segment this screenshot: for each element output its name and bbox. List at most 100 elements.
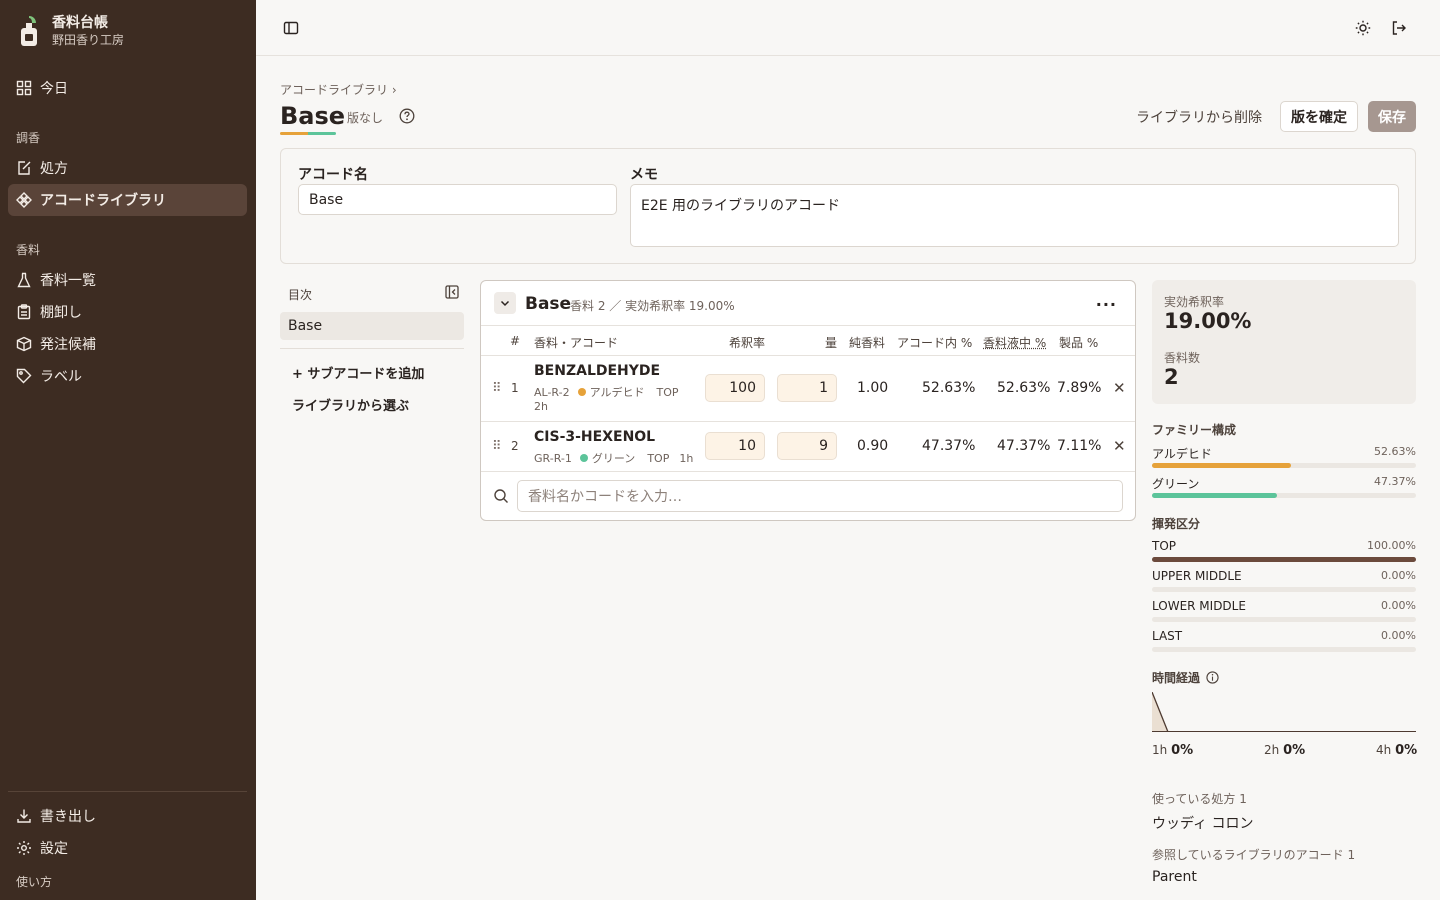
- amount-input[interactable]: 9: [777, 432, 837, 460]
- nav-accord-library[interactable]: アコードライブラリ: [8, 184, 247, 216]
- clipboard-icon: [17, 304, 31, 320]
- accord-panel-title: Base: [525, 294, 572, 314]
- volatility-pct: 0.00%: [1381, 599, 1416, 612]
- referenced-accord-link[interactable]: Parent: [1152, 869, 1197, 885]
- material-count-label: 香料数: [1164, 351, 1201, 365]
- nav-reorder[interactable]: 発注候補: [8, 328, 247, 360]
- volatility-name: UPPER MIDDLE: [1152, 569, 1242, 583]
- pick-from-library-button[interactable]: ライブラリから選ぶ: [292, 395, 409, 414]
- toc-title: 目次: [288, 288, 313, 302]
- row-index: 1: [511, 381, 519, 395]
- nav-howto[interactable]: 使い方: [16, 873, 52, 890]
- sidebar-toggle-button[interactable]: [281, 18, 301, 38]
- col-header-dilution: 希釈率: [729, 336, 766, 350]
- drag-handle-icon[interactable]: ⠿: [492, 439, 501, 454]
- help-icon[interactable]: [399, 108, 415, 124]
- in-accord-value: 47.37%: [922, 438, 976, 454]
- material-meta: GR-R-1 グリーン TOP 1h: [534, 450, 693, 466]
- nav-today[interactable]: 今日: [8, 72, 247, 104]
- family-bar-row: グリーン 47.37%: [1152, 475, 1416, 499]
- memo-textarea[interactable]: E2E 用のライブラリのアコード: [630, 184, 1399, 247]
- accord-name-label: アコード名: [298, 167, 368, 183]
- nav-stocktake[interactable]: 棚卸し: [8, 296, 247, 328]
- col-header-in-accord: アコード内 %: [897, 336, 973, 350]
- top-bar: [256, 0, 1440, 56]
- info-icon[interactable]: [1206, 671, 1219, 684]
- material-code: GR-R-1: [534, 451, 572, 465]
- in-liquid-value: 52.63%: [997, 380, 1051, 396]
- summary-card: 実効希釈率 19.00% 香料数 2: [1152, 280, 1416, 404]
- referenced-accords-label: 参照しているライブラリのアコード 1: [1152, 848, 1356, 862]
- family-pct: 47.37%: [1374, 475, 1416, 488]
- pure-value: 0.90: [857, 438, 889, 454]
- add-sub-accord-button[interactable]: + サブアコードを追加: [292, 363, 424, 382]
- breadcrumb[interactable]: アコードライブラリ ›: [280, 81, 397, 98]
- toc-item-base[interactable]: Base: [280, 312, 464, 340]
- version-label: 版なし: [347, 111, 384, 125]
- nav-export-label: 書き出し: [40, 809, 96, 825]
- volatility-pct: 0.00%: [1381, 569, 1416, 582]
- sidebar-toggle-icon: [283, 21, 299, 35]
- material-count-value: 2: [1164, 365, 1179, 389]
- in-liquid-value: 47.37%: [997, 438, 1051, 454]
- nav-section-blend: 調香: [16, 131, 41, 145]
- nav-accord-library-label: アコードライブラリ: [40, 193, 166, 209]
- bottle-logo-icon: [21, 16, 37, 46]
- grid-icon: [16, 80, 32, 96]
- page-title: Base: [280, 102, 346, 130]
- brand[interactable]: 香料台帳 野田香り工房: [16, 14, 124, 48]
- family-dot-icon: [577, 388, 586, 396]
- gear-icon: [17, 841, 31, 855]
- nav-export[interactable]: 書き出し: [8, 800, 247, 832]
- save-button[interactable]: 保存: [1368, 101, 1416, 132]
- col-header-product: 製品 %: [1059, 336, 1099, 350]
- confirm-version-button[interactable]: 版を確定: [1280, 101, 1358, 132]
- header-actions: ライブラリから削除 版を確定 保存: [1128, 101, 1416, 132]
- accord-name-input[interactable]: Base: [298, 184, 617, 215]
- remove-row-button[interactable]: ✕: [1113, 437, 1126, 455]
- nav-material-list[interactable]: 香料一覧: [8, 264, 247, 296]
- edit-note-icon: [18, 161, 31, 175]
- dilution-input[interactable]: 100: [705, 374, 765, 402]
- timeline-chart: [1152, 692, 1416, 732]
- amount-input[interactable]: 1: [777, 374, 837, 402]
- collapse-accord-button[interactable]: [494, 292, 516, 314]
- used-in-label: 使っている処方 1: [1152, 792, 1247, 806]
- material-search-input[interactable]: 香料名かコードを入力…: [517, 480, 1123, 512]
- more-options-button[interactable]: ···: [1096, 295, 1117, 314]
- theme-toggle-button[interactable]: [1353, 18, 1373, 38]
- material-time: 2h: [534, 400, 548, 413]
- nav-prescription[interactable]: 処方: [8, 152, 247, 184]
- timeline-tick-1h: 1h 0%: [1152, 743, 1194, 758]
- row-separator: [481, 471, 1135, 472]
- remove-row-button[interactable]: ✕: [1113, 379, 1126, 397]
- sidebar-divider: [8, 791, 247, 792]
- download-icon: [17, 809, 31, 823]
- used-in-link[interactable]: ウッディ コロン: [1152, 813, 1253, 833]
- in-accord-value: 52.63%: [922, 380, 976, 396]
- search-icon: [494, 489, 508, 503]
- row-separator: [481, 355, 1135, 356]
- remove-from-library-button[interactable]: ライブラリから削除: [1128, 107, 1270, 127]
- workspace-name: 野田香り工房: [52, 33, 125, 47]
- nav-settings[interactable]: 設定: [8, 832, 247, 864]
- volatility-bar-row: LAST 0.00%: [1152, 629, 1416, 653]
- col-header-in-liquid[interactable]: 香料液中 %: [983, 334, 1046, 351]
- collapse-panel-icon[interactable]: [444, 284, 460, 300]
- material-code: AL-R-2: [534, 385, 570, 399]
- accord-panel: Base 香料 2 ／ 実効希釈率 19.00% ··· # 香料・アコード 希…: [480, 280, 1136, 521]
- logout-button[interactable]: [1389, 18, 1409, 38]
- nav-labels[interactable]: ラベル: [8, 360, 247, 392]
- dilution-input[interactable]: 10: [705, 432, 765, 460]
- volatility-section-label: 揮発区分: [1152, 517, 1201, 531]
- volatility-pct: 0.00%: [1381, 629, 1416, 642]
- eff-dilution-value: 19.00%: [1164, 309, 1252, 333]
- volatility-bar-row: UPPER MIDDLE 0.00%: [1152, 569, 1416, 593]
- material-name: BENZALDEHYDE: [534, 363, 661, 379]
- drag-handle-icon[interactable]: ⠿: [492, 381, 501, 396]
- material-meta: AL-R-2 アルデヒド TOP: [534, 384, 679, 400]
- tag-icon: [16, 368, 32, 384]
- memo-label: メモ: [630, 167, 658, 183]
- col-header-pure: 純香料: [849, 336, 886, 350]
- family-color-underline: [280, 132, 336, 135]
